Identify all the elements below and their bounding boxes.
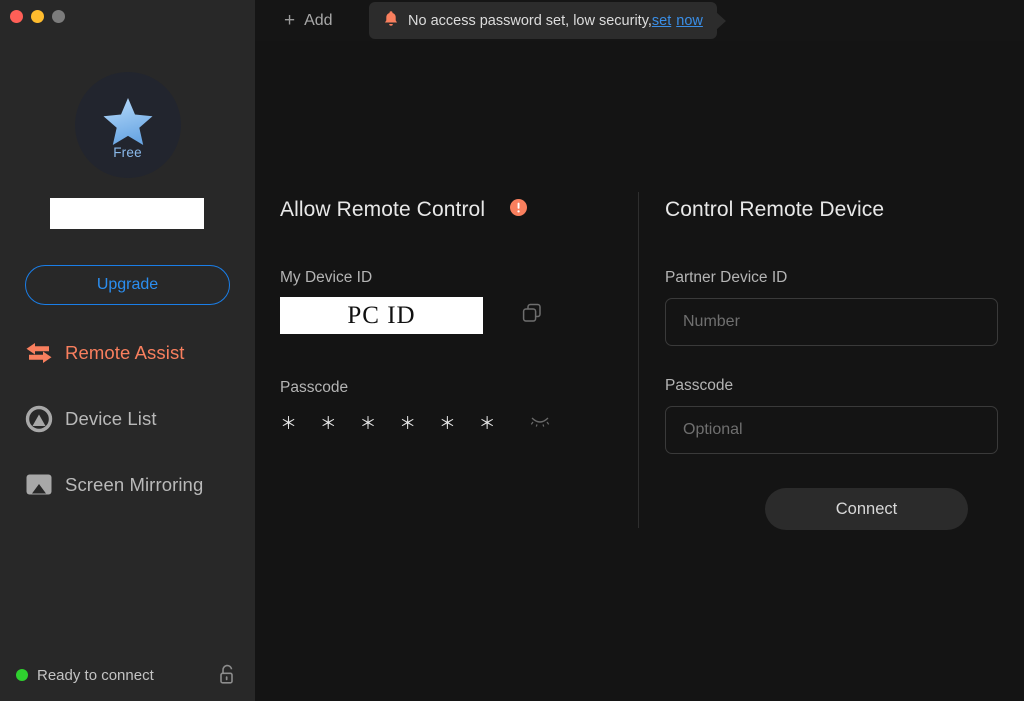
passcode-row: ＊ ＊ ＊ ＊ ＊ ＊	[280, 414, 630, 433]
sidebar: Free Upgrade Remote Assist Device List S…	[0, 0, 255, 701]
partner-device-id-label: Partner Device ID	[665, 269, 788, 286]
device-list-icon	[24, 404, 54, 434]
partner-device-id-input[interactable]	[665, 298, 998, 346]
minimize-button[interactable]	[31, 10, 44, 23]
partner-passcode-input[interactable]	[665, 406, 998, 454]
passcode-label: Passcode	[280, 379, 349, 396]
partner-passcode-label: Passcode	[665, 377, 734, 394]
my-device-id-value[interactable]: PC ID	[280, 297, 483, 334]
sidebar-item-screen-mirroring[interactable]: Screen Mirroring	[0, 464, 255, 506]
star-icon	[102, 96, 154, 145]
control-remote-device-header: Control Remote Device	[665, 196, 1000, 224]
account-badge[interactable]: Free	[74, 72, 181, 178]
panel-divider	[638, 192, 639, 528]
allow-remote-control-header: Allow Remote Control	[280, 196, 630, 224]
warning-exclamation-icon[interactable]	[510, 199, 528, 221]
connect-button[interactable]: Connect	[765, 488, 968, 530]
panels-container: Allow Remote Control My Device ID PC ID	[255, 41, 1024, 701]
plus-icon: +	[284, 10, 296, 31]
sidebar-nav: Remote Assist Device List Screen Mirrori…	[0, 332, 255, 530]
my-device-id-label: My Device ID	[280, 269, 373, 286]
panel-title: Allow Remote Control	[280, 198, 486, 221]
status-text: Ready to connect	[37, 666, 154, 684]
sidebar-item-device-list[interactable]: Device List	[0, 398, 255, 440]
passcode-masked-value: ＊ ＊ ＊ ＊ ＊ ＊	[280, 414, 505, 433]
now-link[interactable]: now	[676, 13, 703, 29]
window-traffic-lights	[10, 10, 65, 23]
unlocked-padlock-icon[interactable]	[217, 664, 237, 686]
set-link[interactable]: set	[652, 13, 671, 29]
bell-icon	[383, 10, 399, 32]
status-indicator-dot	[16, 669, 28, 681]
my-device-id-row: PC ID	[280, 297, 630, 334]
account-badge-wrap: Free	[0, 72, 255, 178]
close-button[interactable]	[10, 10, 23, 23]
allow-remote-control-panel: Allow Remote Control My Device ID PC ID	[280, 41, 630, 433]
zoom-button[interactable]	[52, 10, 65, 23]
copy-icon[interactable]	[521, 302, 543, 329]
upgrade-button[interactable]: Upgrade	[25, 265, 230, 305]
sidebar-item-label: Device List	[65, 408, 157, 429]
sidebar-item-label: Screen Mirroring	[65, 474, 204, 495]
sidebar-item-label: Remote Assist	[65, 342, 185, 363]
status-bar: Ready to connect	[0, 649, 255, 701]
control-remote-device-panel: Control Remote Device Partner Device ID …	[665, 41, 1000, 530]
top-bar: + Add No access password set, low securi…	[255, 0, 1024, 41]
add-button[interactable]: + Add	[284, 11, 333, 30]
app-window: Free Upgrade Remote Assist Device List S…	[0, 0, 1024, 701]
sidebar-item-remote-assist[interactable]: Remote Assist	[0, 332, 255, 374]
panel-title: Control Remote Device	[665, 198, 885, 221]
plan-label: Free	[113, 145, 142, 160]
screen-mirroring-icon	[24, 470, 54, 500]
add-label: Add	[304, 11, 333, 29]
eye-closed-icon[interactable]	[529, 414, 551, 433]
security-notice-text: No access password set, low security,	[408, 12, 652, 29]
two-way-arrows-icon	[24, 338, 54, 368]
security-notice-banner[interactable]: No access password set, low security, se…	[369, 2, 717, 39]
my-device-id-text: PC ID	[347, 301, 416, 329]
main-area: + Add No access password set, low securi…	[255, 0, 1024, 701]
account-name-redacted	[50, 198, 204, 229]
